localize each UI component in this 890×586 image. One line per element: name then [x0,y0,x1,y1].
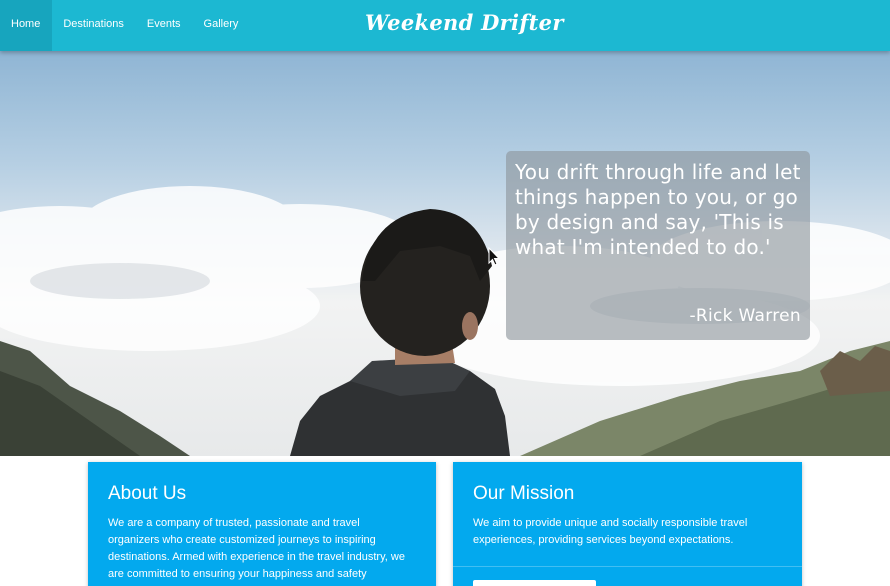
quote-author: -Rick Warren [689,306,801,326]
about-us-card: About Us We are a company of trusted, pa… [88,462,436,586]
card-divider [453,566,802,567]
top-navbar: Home Destinations Events Gallery Weekend… [0,0,890,51]
nav-menu: Home Destinations Events Gallery [0,0,250,51]
nav-item-gallery[interactable]: Gallery [193,0,251,51]
mouse-cursor-icon [488,247,500,266]
quote-box: You drift through life and let things ha… [506,151,810,340]
nav-item-events[interactable]: Events [136,0,193,51]
nav-item-home[interactable]: Home [0,0,53,51]
hero-banner: You drift through life and let things ha… [0,51,890,456]
about-us-text: We are a company of trusted, passionate … [108,517,405,580]
about-us-title: About Us [108,483,187,504]
nav-item-destinations[interactable]: Destinations [52,0,136,51]
brand-logo[interactable]: Weekend Drifter [365,10,564,35]
our-mission-text: We aim to provide unique and socially re… [473,517,748,546]
quote-text: You drift through life and let things ha… [515,160,801,259]
mission-action-button[interactable] [473,580,596,586]
our-mission-title: Our Mission [473,483,575,504]
our-mission-card: Our Mission We aim to provide unique and… [453,462,802,586]
